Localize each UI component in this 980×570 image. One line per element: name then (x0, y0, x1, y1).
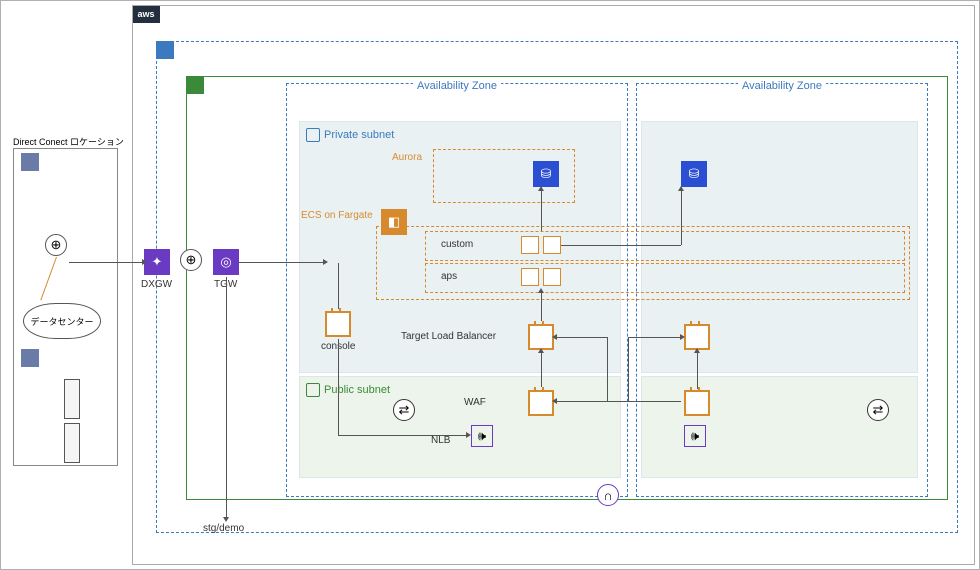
waf-chip-icon (684, 390, 710, 416)
datacenter-label: データセンター (30, 315, 93, 328)
arrow (557, 337, 607, 338)
ecs-service-icon: ◧ (381, 209, 407, 235)
public-subnet-2 (641, 376, 918, 478)
datacenter-cloud: データセンター (23, 303, 101, 339)
ecs-fargate-label: ECS on Fargate (301, 210, 373, 221)
tlb-chip-icon (528, 324, 554, 350)
dc-location-label: Direct Conect ロケーション (13, 135, 124, 148)
server-icon (64, 379, 80, 419)
nlb-icon: 🕪 (471, 425, 493, 447)
nlb-label: NLB (431, 435, 450, 446)
arrow (338, 263, 339, 309)
arrow (541, 191, 542, 231)
aurora-label: Aurora (392, 152, 422, 163)
stg-demo-label: stg/demo (203, 523, 244, 534)
arrow (541, 293, 542, 321)
tlb-label: Target Load Balancer (401, 331, 496, 342)
public-subnet-1-label: Public subnet (324, 384, 390, 396)
waf-chip-icon (528, 390, 554, 416)
arrow (557, 401, 607, 402)
arrow (561, 245, 681, 246)
internet-gateway-icon: ∩ (597, 484, 619, 506)
region-icon (156, 41, 174, 59)
arrow (69, 262, 142, 263)
tgw-icon: ◎ (213, 249, 239, 275)
diagram-canvas: aws Availability Zone Availability Zone … (0, 0, 980, 570)
aurora-db-replica-icon: ⛁ (681, 161, 707, 187)
az2-label: Availability Zone (738, 80, 826, 92)
lock-icon (306, 383, 320, 397)
dxgw-icon: ✦ (144, 249, 170, 275)
container-icon (521, 268, 539, 286)
arrow (607, 337, 608, 401)
arrow (628, 337, 629, 401)
aurora-db-icon: ⛁ (533, 161, 559, 187)
arrow (338, 435, 466, 436)
public-subnet-1: Public subnet (299, 376, 621, 478)
ecs-aps-row (425, 263, 905, 293)
endpoint-icon: ⇄ (867, 399, 889, 421)
dx-circle-icon: ⊕ (180, 249, 202, 271)
custom-label: custom (441, 239, 473, 250)
endpoint-icon: ⇄ (393, 399, 415, 421)
console-chip-icon (325, 311, 351, 337)
nlb-icon: 🕪 (684, 425, 706, 447)
server-icon (64, 423, 80, 463)
dc-badge-icon (21, 349, 39, 367)
dxgw-label: DXGW (141, 279, 172, 290)
vpc-icon (186, 76, 204, 94)
az1-label: Availability Zone (413, 80, 501, 92)
private-subnet-1-header: Private subnet (306, 128, 394, 142)
arrow (239, 262, 323, 263)
arrow (697, 353, 698, 389)
container-icon (521, 236, 539, 254)
aps-label: aps (441, 271, 457, 282)
container-icon (543, 236, 561, 254)
private-subnet-1-label: Private subnet (324, 129, 394, 141)
dc-badge-icon (21, 153, 39, 171)
arrow (607, 401, 681, 402)
public-subnet-1-header: Public subnet (306, 383, 390, 397)
arrow (226, 277, 227, 517)
arrow (541, 353, 542, 387)
arrow (628, 337, 680, 338)
arrow (681, 191, 682, 245)
lock-icon (306, 128, 320, 142)
container-icon (543, 268, 561, 286)
ecs-custom-row (425, 231, 905, 261)
tlb-chip-icon (684, 324, 710, 350)
dc-router-icon: ⊕ (45, 234, 67, 256)
waf-label: WAF (464, 397, 486, 408)
arrow (338, 339, 339, 435)
